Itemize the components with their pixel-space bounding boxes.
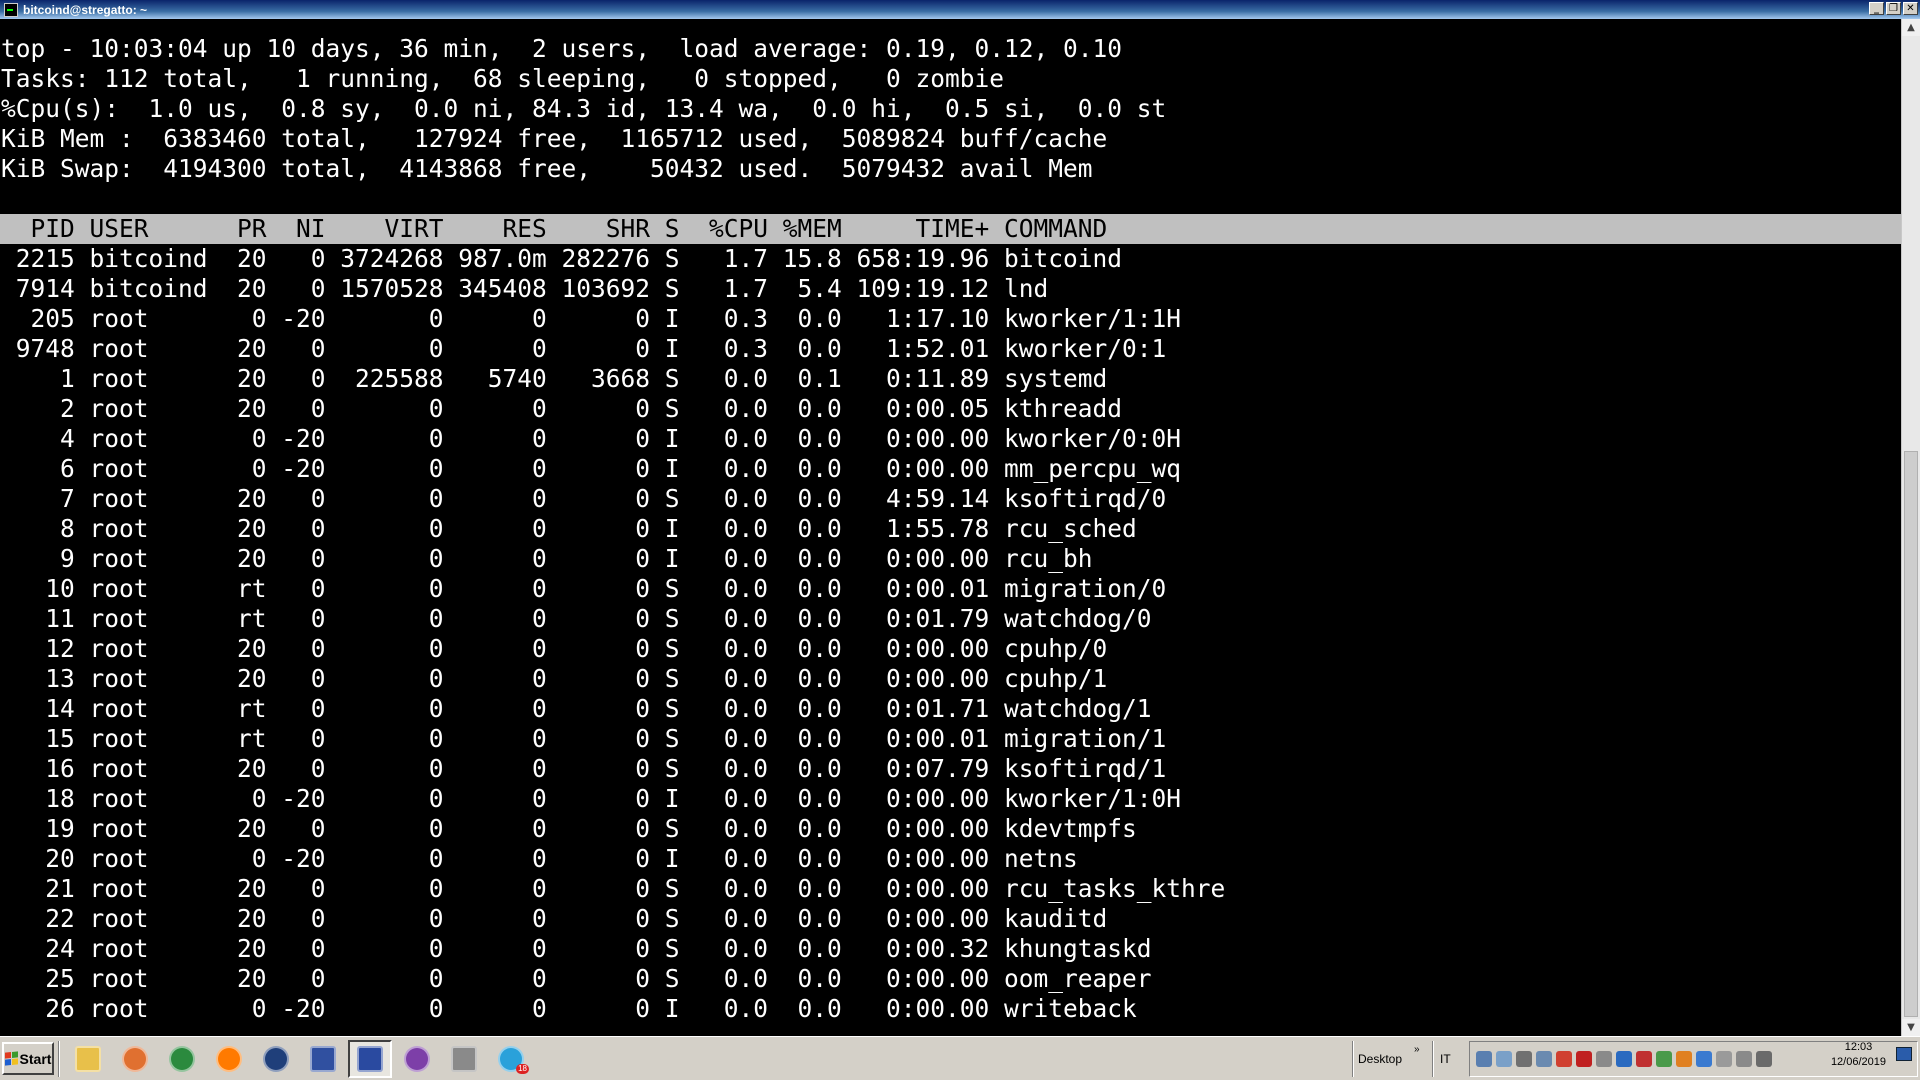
process-row: 4 root 0 -20 0 0 0 I 0.0 0.0 0:00.00 kwo…: [1, 424, 1182, 453]
tor-browser-icon[interactable]: [395, 1040, 439, 1078]
process-row: 11 root rt 0 0 0 0 S 0.0 0.0 0:01.79 wat…: [1, 604, 1152, 633]
media-player-icon[interactable]: [113, 1040, 157, 1078]
process-row: 16 root 20 0 0 0 0 S 0.0 0.0 0:07.79 kso…: [1, 754, 1167, 783]
process-row: 21 root 20 0 0 0 0 S 0.0 0.0 0:00.00 rcu…: [1, 874, 1226, 903]
clock-date: 12/06/2019: [1830, 1056, 1886, 1068]
telegram-icon[interactable]: 18: [489, 1040, 533, 1078]
tray-usb-icon[interactable]: [1516, 1051, 1532, 1067]
show-desktop-icon[interactable]: [1896, 1047, 1912, 1061]
firefox-icon-glyph: [216, 1046, 242, 1072]
process-row: 1 root 20 0 225588 5740 3668 S 0.0 0.1 0…: [1, 364, 1108, 393]
tray-flag-icon[interactable]: [1716, 1051, 1732, 1067]
top-cpu-line: %Cpu(s): 1.0 us, 0.8 sy, 0.0 ni, 84.3 id…: [1, 94, 1167, 123]
process-row: 20 root 0 -20 0 0 0 I 0.0 0.0 0:00.00 ne…: [1, 844, 1078, 873]
process-row: 2 root 20 0 0 0 0 S 0.0 0.0 0:00.05 kthr…: [1, 394, 1123, 423]
start-label: Start: [19, 1050, 52, 1067]
media-player-icon-glyph: [122, 1046, 148, 1072]
tray-volume-icon[interactable]: [1756, 1051, 1772, 1067]
tray-window-icon[interactable]: [1596, 1051, 1612, 1067]
tray-orange-icon[interactable]: [1676, 1051, 1692, 1067]
minimize-button[interactable]: _: [1869, 2, 1884, 15]
taskbar-separator: [1352, 1041, 1354, 1077]
file-explorer-icon[interactable]: [66, 1040, 110, 1078]
terminal-scrollbar[interactable]: ▲ ▼: [1901, 19, 1920, 1036]
scroll-up-arrow[interactable]: ▲: [1902, 19, 1920, 36]
tray-chrome-icon[interactable]: [1556, 1051, 1572, 1067]
process-row: 26 root 0 -20 0 0 0 I 0.0 0.0 0:00.00 wr…: [1, 994, 1137, 1023]
chrome-icon[interactable]: [160, 1040, 204, 1078]
putty-icon[interactable]: [348, 1040, 392, 1078]
top-mem-line: KiB Mem : 6383460 total, 127924 free, 11…: [1, 124, 1108, 153]
telegram-unread-badge: 18: [516, 1064, 529, 1074]
process-row: 19 root 20 0 0 0 0 S 0.0 0.0 0:00.00 kde…: [1, 814, 1137, 843]
taskbar-separator: [58, 1041, 60, 1077]
tor-browser-icon-glyph: [404, 1046, 430, 1072]
process-row: 6 root 0 -20 0 0 0 I 0.0 0.0 0:00.00 mm_…: [1, 454, 1182, 483]
language-indicator[interactable]: IT: [1440, 1040, 1451, 1078]
process-row: 9748 root 20 0 0 0 0 I 0.3 0.0 1:52.01 k…: [1, 334, 1167, 363]
desktop-label: Desktop: [1358, 1052, 1403, 1066]
virtualbox-icon-glyph: [310, 1046, 336, 1072]
process-row: 25 root 20 0 0 0 0 S 0.0 0.0 0:00.00 oom…: [1, 964, 1152, 993]
process-row: 24 root 20 0 0 0 0 S 0.0 0.0 0:00.32 khu…: [1, 934, 1152, 963]
window-title: bitcoind@stregatto: ~: [23, 2, 148, 17]
process-row: 9 root 20 0 0 0 0 I 0.0 0.0 0:00.00 rcu_…: [1, 544, 1093, 573]
tray-cloud-icon[interactable]: [1536, 1051, 1552, 1067]
tray-clock[interactable]: 12:03 12/06/2019: [1831, 1040, 1886, 1070]
top-uptime-line: top - 10:03:04 up 10 days, 36 min, 2 use…: [1, 34, 1123, 63]
terminal-output[interactable]: top - 10:03:04 up 10 days, 36 min, 2 use…: [0, 19, 1901, 1036]
start-button[interactable]: Start: [2, 1042, 54, 1075]
process-row: 14 root rt 0 0 0 0 S 0.0 0.0 0:01.71 wat…: [1, 694, 1152, 723]
process-row: 12 root 20 0 0 0 0 S 0.0 0.0 0:00.00 cpu…: [1, 634, 1108, 663]
process-row: 8 root 20 0 0 0 0 I 0.0 0.0 1:55.78 rcu_…: [1, 514, 1137, 543]
process-row: 2215 bitcoind 20 0 3724268 987.0m 282276…: [1, 244, 1123, 273]
scroll-thumb[interactable]: [1904, 451, 1918, 1017]
network-printer-icon-glyph: [451, 1046, 477, 1072]
scroll-down-arrow[interactable]: ▼: [1902, 1019, 1920, 1036]
app-circle-icon-glyph: [263, 1046, 289, 1072]
process-row: 13 root 20 0 0 0 0 S 0.0 0.0 0:00.00 cpu…: [1, 664, 1108, 693]
process-row: 15 root rt 0 0 0 0 S 0.0 0.0 0:00.01 mig…: [1, 724, 1167, 753]
process-row: 10 root rt 0 0 0 0 S 0.0 0.0 0:00.01 mig…: [1, 574, 1167, 603]
tray-k-icon[interactable]: [1576, 1051, 1592, 1067]
quick-launch-bar: 18: [66, 1040, 533, 1078]
window-title-bar[interactable]: bitcoind@stregatto: ~ _ ❐ ✕: [0, 0, 1920, 19]
chevron-right-icon[interactable]: »: [1414, 1044, 1420, 1055]
tray-check-icon[interactable]: [1656, 1051, 1672, 1067]
tray-monitor-icon[interactable]: [1496, 1051, 1512, 1067]
maximize-button[interactable]: ❐: [1886, 2, 1901, 15]
tray-network-icon[interactable]: [1476, 1051, 1492, 1067]
top-tasks-line: Tasks: 112 total, 1 running, 68 sleeping…: [1, 64, 1005, 93]
process-row: 205 root 0 -20 0 0 0 I 0.3 0.0 1:17.10 k…: [1, 304, 1182, 333]
desktop-toolbar[interactable]: Desktop »: [1358, 1040, 1438, 1078]
process-row: 7 root 20 0 0 0 0 S 0.0 0.0 4:59.14 ksof…: [1, 484, 1167, 513]
process-table: 2215 bitcoind 20 0 3724268 987.0m 282276…: [0, 244, 1901, 1024]
window-controls: _ ❐ ✕: [1869, 2, 1918, 15]
chrome-icon-glyph: [169, 1046, 195, 1072]
process-row: 22 root 20 0 0 0 0 S 0.0 0.0 0:00.00 kau…: [1, 904, 1108, 933]
windows-logo-icon: [4, 1051, 18, 1066]
taskbar-separator: [1432, 1041, 1434, 1077]
tray-printer-icon[interactable]: [1736, 1051, 1752, 1067]
network-printer-icon[interactable]: [442, 1040, 486, 1078]
file-explorer-icon-glyph: [75, 1046, 101, 1072]
process-row: 7914 bitcoind 20 0 1570528 345408 103692…: [1, 274, 1049, 303]
tray-antivirus-icon[interactable]: [1636, 1051, 1652, 1067]
firefox-icon[interactable]: [207, 1040, 251, 1078]
putty-icon-glyph: [357, 1046, 383, 1072]
process-table-header: PID USER PR NI VIRT RES SHR S %CPU %MEM …: [0, 214, 1901, 244]
putty-app-icon[interactable]: [4, 2, 18, 17]
tray-display-icon[interactable]: [1616, 1051, 1632, 1067]
process-row: 18 root 0 -20 0 0 0 I 0.0 0.0 0:00.00 kw…: [1, 784, 1182, 813]
taskbar: Start 18 Desktop » IT 12:03 12/06/2019: [0, 1036, 1920, 1080]
close-button[interactable]: ✕: [1903, 2, 1918, 15]
clock-time: 12:03: [1844, 1041, 1873, 1053]
app-circle-icon[interactable]: [254, 1040, 298, 1078]
top-swap-line: KiB Swap: 4194300 total, 4143868 free, 5…: [1, 154, 1093, 183]
tray-dropbox-icon[interactable]: [1696, 1051, 1712, 1067]
virtualbox-icon[interactable]: [301, 1040, 345, 1078]
